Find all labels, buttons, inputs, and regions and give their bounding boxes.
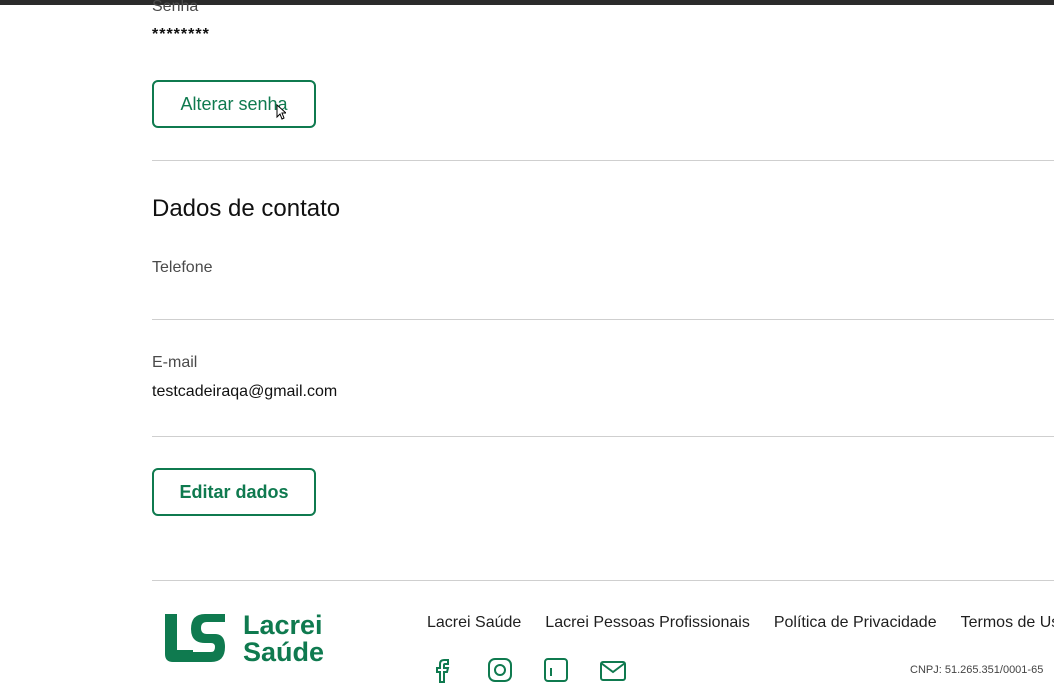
field-divider	[152, 319, 1054, 320]
linkedin-icon[interactable]	[542, 656, 570, 684]
logo-line1: Lacrei	[243, 610, 323, 640]
footer-nav: Lacrei Saúde Lacrei Pessoas Profissionai…	[427, 614, 1054, 632]
cnpj-text: CNPJ: 51.265.351/0001-65	[910, 664, 1044, 676]
footer-link-privacy-policy[interactable]: Política de Privacidade	[774, 614, 937, 632]
field-divider	[152, 436, 1054, 437]
email-label: E-mail	[152, 354, 198, 371]
facebook-icon[interactable]	[430, 656, 458, 684]
profile-page: Senha ******** Alterar senha Dados de co…	[0, 0, 1054, 683]
footer-divider	[152, 580, 1054, 581]
section-title-contact: Dados de contato	[152, 195, 341, 222]
password-value: ********	[152, 26, 210, 43]
section-divider	[152, 160, 1054, 161]
footer-link-lacrei-profissionais[interactable]: Lacrei Pessoas Profissionais	[545, 614, 750, 632]
social-links	[430, 656, 626, 684]
lacrei-logo[interactable]: Lacrei Saúde	[163, 612, 324, 666]
logo-text: Lacrei Saúde	[243, 612, 324, 666]
footer-link-terms[interactable]: Termos de Uso	[961, 614, 1054, 632]
change-password-button[interactable]: Alterar senha	[152, 80, 316, 128]
email-value: testcadeiraqa@gmail.com	[152, 383, 338, 400]
instagram-icon[interactable]	[486, 656, 514, 684]
lacrei-logo-mark-icon	[165, 614, 225, 662]
footer-link-lacrei-saude[interactable]: Lacrei Saúde	[427, 614, 521, 632]
password-label: Senha	[152, 0, 199, 15]
email-icon[interactable]	[598, 656, 626, 684]
phone-label: Telefone	[152, 259, 213, 276]
edit-data-button[interactable]: Editar dados	[152, 468, 316, 516]
mouse-pointer-icon	[276, 104, 286, 120]
logo-line2: Saúde	[243, 637, 325, 667]
